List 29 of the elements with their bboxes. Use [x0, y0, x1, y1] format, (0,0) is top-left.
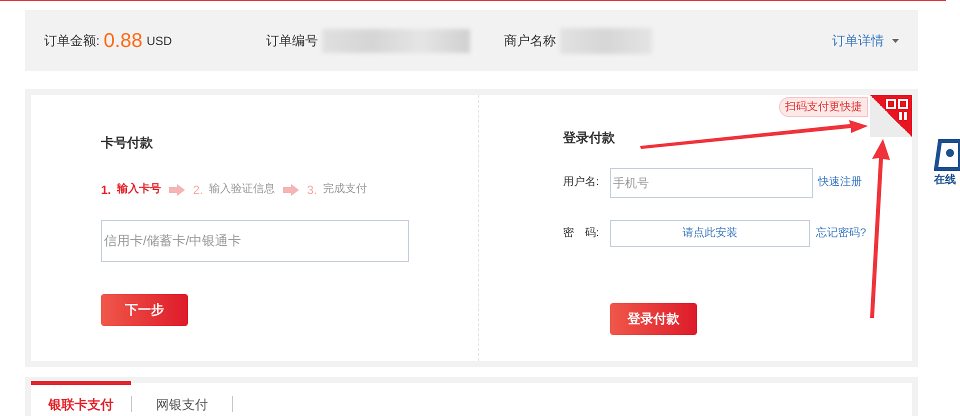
logo-caption: 在线: [934, 172, 956, 188]
next-step-button[interactable]: 下一步: [101, 294, 188, 326]
register-link[interactable]: 快速注册: [818, 174, 862, 191]
section-title: 登录付款: [563, 129, 615, 147]
qr-hint-bubble: 扫码支付更快捷: [779, 97, 868, 117]
amount-label: 订单金额:: [44, 32, 100, 50]
amount-value: 0.88: [104, 28, 143, 54]
install-plugin-button[interactable]: 请点此安装: [610, 220, 810, 246]
forgot-password-link[interactable]: 忘记密码?: [816, 224, 866, 242]
merchant-name-label: 商户名称: [504, 32, 556, 50]
dropdown-caret-icon: [892, 38, 899, 42]
username-field[interactable]: 手机号: [610, 168, 813, 198]
order-details-link[interactable]: 订单详情: [832, 30, 899, 50]
currency-label: USD: [146, 32, 172, 50]
progress-step: 1. 输入卡号: [101, 180, 162, 198]
payment-tab[interactable]: 网银支付: [132, 381, 232, 416]
order-number-label: 订单编号: [266, 32, 318, 50]
chat-bubble-icon[interactable]: [934, 138, 960, 172]
progress-step: 3. 完成支付: [307, 180, 368, 198]
password-label: 密 码:: [563, 226, 600, 241]
section-title: 卡号付款: [101, 134, 153, 152]
login-pay-button[interactable]: 登录付款: [610, 302, 697, 334]
progress-step: 2. 输入验证信息: [193, 180, 276, 198]
payment-tab[interactable]: 银联卡支付: [31, 381, 131, 416]
step-arrow-icon: [169, 184, 186, 196]
step-arrow-icon: [283, 184, 300, 196]
username-label: 用户名:: [563, 174, 600, 190]
qr-code-icon[interactable]: [870, 95, 912, 137]
card-number-field[interactable]: 信用卡/储蓄卡/中银通卡: [101, 220, 409, 262]
